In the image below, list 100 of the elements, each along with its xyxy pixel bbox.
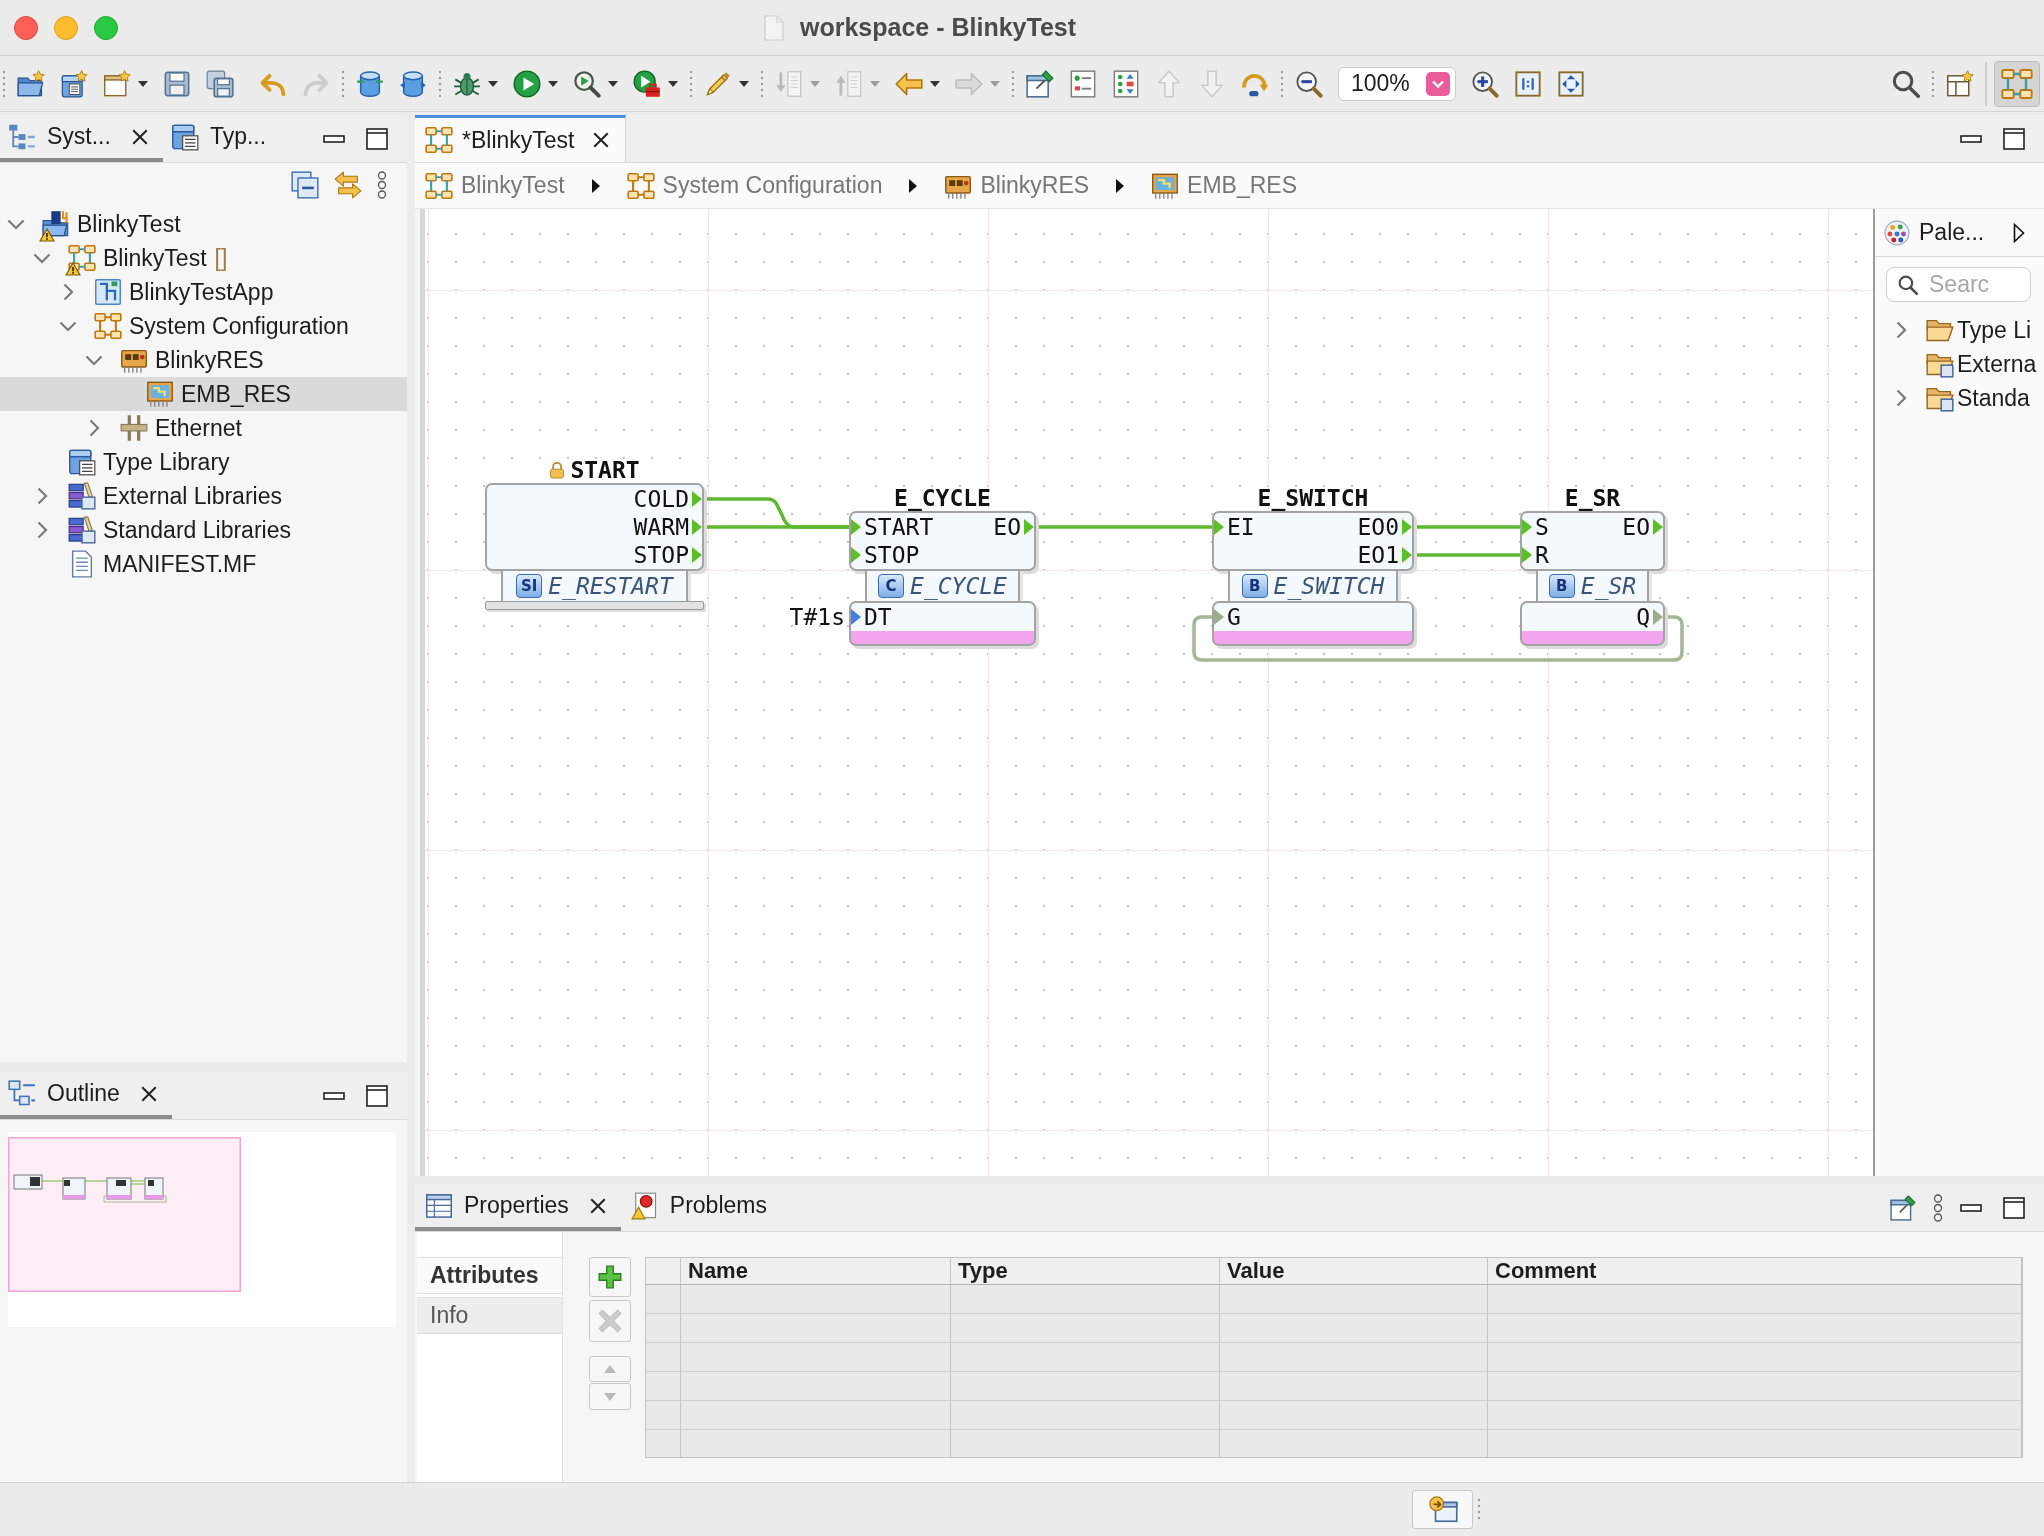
minimize-icon[interactable]: [323, 1091, 345, 1100]
chevron-right-icon[interactable]: [62, 283, 74, 301]
view-menu-icon[interactable]: [1933, 1193, 1943, 1222]
table-cell[interactable]: [681, 1343, 951, 1372]
tree-item[interactable]: Standard Libraries: [0, 513, 407, 547]
event-pin-icon[interactable]: [692, 519, 702, 535]
table-cell[interactable]: [951, 1285, 1220, 1314]
table-cell[interactable]: [1488, 1372, 2022, 1401]
chevron-down-icon[interactable]: [85, 354, 103, 366]
close-window-button[interactable]: [14, 15, 38, 40]
close-icon[interactable]: [592, 131, 611, 149]
event-interface[interactable]: COLD WARM STOP: [485, 483, 704, 571]
tree-item[interactable]: Ethernet: [0, 411, 407, 445]
palette-item[interactable]: Externa: [1875, 347, 2044, 381]
event-pin-icon[interactable]: [1024, 519, 1034, 535]
collapse-all-icon[interactable]: [291, 171, 319, 199]
diagram-thumbnail[interactable]: [8, 1137, 241, 1292]
event-connection[interactable]: [1414, 553, 1520, 557]
editor-tab[interactable]: *BlinkyTest: [415, 115, 627, 162]
caret-icon[interactable]: [608, 80, 618, 87]
table-cell[interactable]: [1488, 1285, 2022, 1314]
add-button[interactable]: [589, 1257, 631, 1297]
section-tab[interactable]: Info: [417, 1297, 562, 1334]
caret-icon[interactable]: [739, 80, 749, 87]
chevron-right-icon[interactable]: [1895, 389, 1907, 407]
maximize-icon[interactable]: [366, 1084, 388, 1107]
table-cell[interactable]: [951, 1314, 1220, 1343]
event-pin-icon[interactable]: [1402, 519, 1412, 535]
table-cell[interactable]: [951, 1401, 1220, 1430]
pin-window-icon[interactable]: [1890, 1194, 1916, 1221]
event-pin-icon[interactable]: [851, 547, 861, 563]
close-icon[interactable]: [130, 127, 149, 146]
data-pin-icon[interactable]: [1653, 609, 1663, 625]
chevron-down-icon[interactable]: [1426, 71, 1450, 96]
view-menu-icon[interactable]: [377, 171, 387, 199]
chevron-right-icon[interactable]: [88, 419, 100, 437]
chevron-right-icon[interactable]: [36, 521, 48, 539]
breadcrumb-item[interactable]: EMB_RES: [1151, 171, 1298, 200]
table-cell[interactable]: [1220, 1314, 1488, 1343]
table-cell[interactable]: [1488, 1314, 2022, 1343]
event-interface[interactable]: START STOP EO: [849, 511, 1036, 571]
table-cell[interactable]: [1488, 1343, 2022, 1372]
palette-item[interactable]: Type Li: [1875, 313, 2044, 347]
event-pin-icon[interactable]: [1214, 519, 1224, 535]
minimize-window-button[interactable]: [54, 15, 78, 40]
chevron-down-icon[interactable]: [59, 320, 77, 332]
event-pin-icon[interactable]: [1522, 519, 1532, 535]
table-cell[interactable]: [1220, 1285, 1488, 1314]
view-tab[interactable]: Syst...: [0, 115, 163, 162]
table-cell[interactable]: [681, 1314, 951, 1343]
triangle-right-icon[interactable]: [2013, 222, 2025, 243]
data-interface[interactable]: G: [1212, 601, 1414, 646]
event-pin-icon[interactable]: [692, 547, 702, 563]
column-header[interactable]: Comment: [1488, 1258, 2022, 1285]
maximize-icon[interactable]: [366, 127, 388, 150]
close-icon[interactable]: [139, 1084, 158, 1103]
column-header[interactable]: Name: [681, 1258, 951, 1285]
caret-icon[interactable]: [548, 80, 558, 87]
event-connection[interactable]: [1414, 525, 1520, 529]
double-arrow-icon[interactable]: [334, 171, 362, 199]
event-pin-icon[interactable]: [1402, 547, 1412, 563]
tree-item[interactable]: MANIFEST.MF: [0, 547, 407, 581]
tree-item[interactable]: Type Library: [0, 445, 407, 479]
palette-item[interactable]: Standa: [1875, 381, 2044, 415]
event-pin-icon[interactable]: [1653, 519, 1663, 535]
chevron-right-icon[interactable]: [1895, 321, 1907, 339]
caret-icon[interactable]: [668, 80, 678, 87]
zoom-window-button[interactable]: [94, 15, 118, 40]
event-pin-icon[interactable]: [1522, 547, 1532, 563]
caret-icon[interactable]: [488, 80, 498, 87]
data-pin-icon[interactable]: [851, 609, 861, 625]
table-cell[interactable]: [1220, 1343, 1488, 1372]
tree-item[interactable]: BlinkyRES: [0, 343, 407, 377]
event-pin-icon[interactable]: [692, 491, 702, 507]
table-cell[interactable]: [951, 1372, 1220, 1401]
data-interface[interactable]: Q: [1520, 601, 1665, 646]
column-header[interactable]: Type: [951, 1258, 1220, 1285]
maximize-icon[interactable]: [2003, 1196, 2025, 1219]
maximize-icon[interactable]: [2003, 127, 2025, 150]
view-tab[interactable]: Typ...: [162, 115, 281, 162]
tree-item[interactable]: External Libraries: [0, 479, 407, 513]
section-tab[interactable]: Attributes: [417, 1257, 562, 1294]
triangle-right-icon[interactable]: [1115, 177, 1126, 194]
data-pin-icon[interactable]: [1214, 609, 1224, 625]
chevron-down-icon[interactable]: [33, 252, 51, 264]
tree-item[interactable]: System Configuration: [0, 309, 407, 343]
chevron-right-icon[interactable]: [36, 487, 48, 505]
minimize-icon[interactable]: [323, 134, 345, 143]
table-cell[interactable]: [1220, 1372, 1488, 1401]
minimize-icon[interactable]: [1960, 134, 1982, 143]
column-header[interactable]: Value: [1220, 1258, 1488, 1285]
search-field[interactable]: Searc: [1886, 267, 2031, 302]
table-cell[interactable]: [1488, 1401, 2022, 1430]
event-pin-icon[interactable]: [851, 519, 861, 535]
tree-item[interactable]: EMB_RES: [0, 377, 407, 411]
minimize-icon[interactable]: [1960, 1203, 1982, 1212]
close-icon[interactable]: [588, 1196, 607, 1215]
perspective-button[interactable]: [1994, 60, 2040, 107]
breadcrumb-item[interactable]: BlinkyTest: [425, 171, 565, 200]
chevron-down-icon[interactable]: [7, 218, 25, 230]
